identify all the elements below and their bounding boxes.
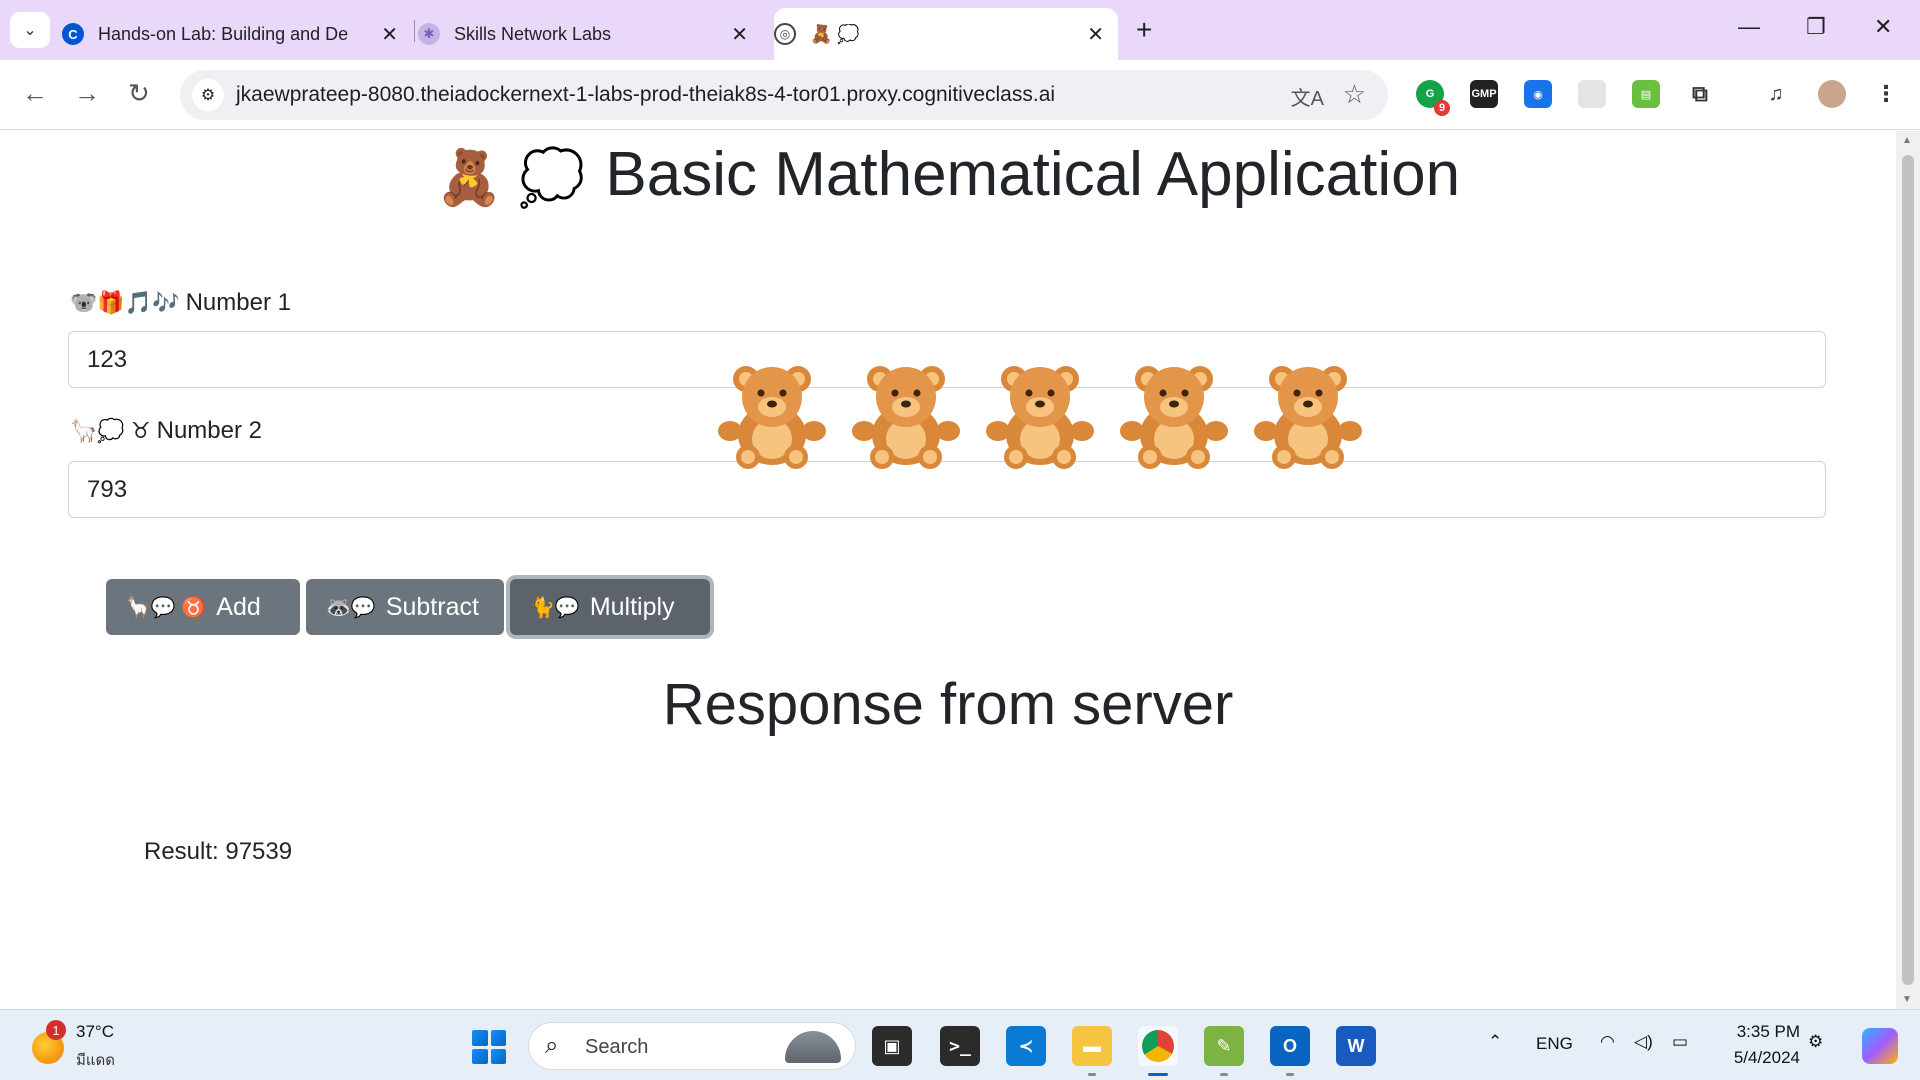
camera-icon[interactable]: ◉ (1524, 80, 1552, 108)
running-indicator (1286, 1073, 1294, 1076)
file-explorer-icon[interactable]: ▬ (1072, 1026, 1112, 1066)
page-content: 🧸 💭 Basic Mathematical Application 🐨🎁🎵🎶 N… (0, 131, 1896, 1009)
running-indicator (1088, 1073, 1096, 1076)
volume-icon[interactable]: ◁) (1634, 1032, 1653, 1052)
number2-label: 🦙💭 ♉ Number 2 (70, 417, 262, 445)
bookmark-star-icon[interactable]: ☆ (1343, 79, 1366, 110)
tab-title: 🧸 💭 (810, 23, 860, 44)
response-title: Response from server (662, 672, 1234, 737)
translate-icon[interactable]: 文A (1291, 82, 1324, 111)
grammarly-icon[interactable]: G9 (1416, 80, 1450, 116)
subtract-button-label: Subtract (385, 592, 479, 621)
language-indicator[interactable]: ENG (1536, 1034, 1573, 1054)
word-icon[interactable]: W (1336, 1026, 1376, 1066)
extension-badge: 9 (1434, 100, 1450, 116)
tab-hands-on-lab[interactable]: C Hands-on Lab: Building and De ✕ (62, 8, 412, 60)
add-button-label: Add (216, 592, 261, 621)
forward-icon[interactable]: → (74, 78, 100, 109)
minimize-icon[interactable]: — (1738, 14, 1760, 40)
gmp-icon[interactable]: GMP (1470, 80, 1498, 108)
tab-title: Hands-on Lab: Building and De (98, 23, 348, 44)
notifications-icon[interactable]: ⚙ (1808, 1032, 1823, 1052)
scroll-down-icon[interactable]: ▼ (1902, 994, 1912, 1005)
media-control-icon[interactable]: ♫ (1762, 80, 1790, 108)
add-button[interactable]: 🦙💬 ♉ Add (106, 579, 300, 635)
tab-search-button[interactable]: ⌄ (10, 12, 50, 48)
number1-emoji: 🐨🎁🎵🎶 (70, 290, 180, 315)
clock-date[interactable]: 5/4/2024 (1716, 1048, 1800, 1068)
taskbar-search[interactable]: ⌕ Search (528, 1022, 856, 1070)
close-window-icon[interactable]: ✕ (1874, 14, 1892, 40)
terminal-icon[interactable]: >_ (940, 1026, 980, 1066)
multiply-button-emoji: 🐈💬 (530, 596, 580, 619)
outlook-icon[interactable]: O (1270, 1026, 1310, 1066)
extensions-puzzle-icon[interactable]: ⧉ (1686, 80, 1714, 108)
wifi-icon[interactable]: ◠ (1600, 1032, 1615, 1052)
close-tab-icon[interactable]: ✕ (381, 22, 398, 47)
title-emoji: 🧸 💭 (435, 148, 586, 209)
chevron-down-icon: ⌄ (23, 22, 37, 39)
browser-toolbar: ← → ↻ ⚙ jkaewprateep-8080.theiadockernex… (0, 60, 1920, 130)
green-ext-icon[interactable]: ▤ (1632, 80, 1660, 108)
number1-label-text: Number 1 (185, 289, 291, 316)
show-hidden-icons[interactable]: ⌃ (1488, 1032, 1502, 1052)
reload-icon[interactable]: ↻ (128, 78, 150, 109)
multiply-button[interactable]: 🐈💬 Multiply (510, 579, 710, 635)
page-title: 🧸 💭 Basic Mathematical Application (0, 139, 1896, 210)
restore-icon[interactable]: ❐ (1806, 14, 1826, 40)
address-bar[interactable]: ⚙ jkaewprateep-8080.theiadockernext-1-la… (180, 70, 1388, 120)
scrollbar-thumb[interactable] (1902, 155, 1914, 985)
tab-skills-network[interactable]: ✱ Skills Network Labs ✕ (418, 8, 762, 60)
close-tab-icon[interactable]: ✕ (1087, 22, 1104, 47)
clock-time[interactable]: 3:35 PM (1730, 1022, 1800, 1042)
weather-badge: 1 (46, 1020, 66, 1040)
number2-emoji: 🦙💭 ♉ (70, 418, 151, 443)
number2-label-text: Number 2 (156, 417, 262, 444)
number2-input[interactable] (68, 461, 1826, 518)
puzzle-ext-icon[interactable] (1578, 80, 1606, 108)
menu-kebab-icon[interactable]: ⋮ (1872, 80, 1900, 108)
number1-input[interactable] (68, 331, 1826, 388)
chrome-icon[interactable] (1138, 1026, 1178, 1066)
new-tab-button[interactable]: + (1136, 14, 1152, 46)
active-indicator (1148, 1073, 1168, 1076)
multiply-button-label: Multiply (589, 592, 675, 621)
running-indicator (1220, 1073, 1228, 1076)
globe-icon: ◎ (774, 23, 796, 45)
number1-label: 🐨🎁🎵🎶 Number 1 (70, 289, 291, 317)
coursera-icon: C (62, 23, 84, 45)
search-placeholder: Search (585, 1036, 649, 1058)
weather-temp[interactable]: 37°C (76, 1022, 114, 1042)
task-view-icon[interactable]: ▣ (872, 1026, 912, 1066)
search-icon: ⌕ (545, 1032, 559, 1059)
scroll-up-icon[interactable]: ▲ (1902, 135, 1912, 146)
notepad-icon[interactable]: ✎ (1204, 1026, 1244, 1066)
tab-strip: ⌄ C Hands-on Lab: Building and De ✕ ✱ Sk… (0, 0, 1920, 60)
subtract-button-emoji: 🦝💬 (326, 596, 376, 619)
tab-separator (414, 20, 415, 42)
url-text[interactable]: jkaewprateep-8080.theiadockernext-1-labs… (236, 83, 1055, 107)
windows-taskbar: 1 37°C มีแดด ⌕ Search ▣ >_ ≺ ▬ ✎ O W ⌃ E… (0, 1009, 1920, 1080)
copilot-icon[interactable] (1862, 1028, 1898, 1064)
close-tab-icon[interactable]: ✕ (731, 22, 748, 47)
tab-title: Skills Network Labs (454, 23, 612, 44)
battery-icon[interactable]: ▭ (1672, 1032, 1688, 1052)
subtract-button[interactable]: 🦝💬 Subtract (306, 579, 504, 635)
site-info-icon[interactable]: ⚙ (192, 79, 224, 111)
vscode-icon[interactable]: ≺ (1006, 1026, 1046, 1066)
windows-start-icon[interactable] (472, 1030, 506, 1064)
page-title-text: Basic Mathematical Application (605, 140, 1461, 209)
weather-desc[interactable]: มีแดด (76, 1048, 115, 1072)
skills-network-icon: ✱ (418, 23, 440, 45)
tab-active-app[interactable]: ◎ 🧸 💭 ✕ (774, 8, 1118, 60)
back-icon[interactable]: ← (22, 78, 48, 109)
profile-avatar[interactable] (1818, 80, 1846, 108)
search-highlight-image (785, 1031, 841, 1063)
page-scrollbar[interactable]: ▲ ▼ (1896, 131, 1920, 1009)
result-text: Result: 97539 (144, 838, 293, 865)
add-button-emoji: 🦙💬 ♉ (126, 596, 207, 619)
